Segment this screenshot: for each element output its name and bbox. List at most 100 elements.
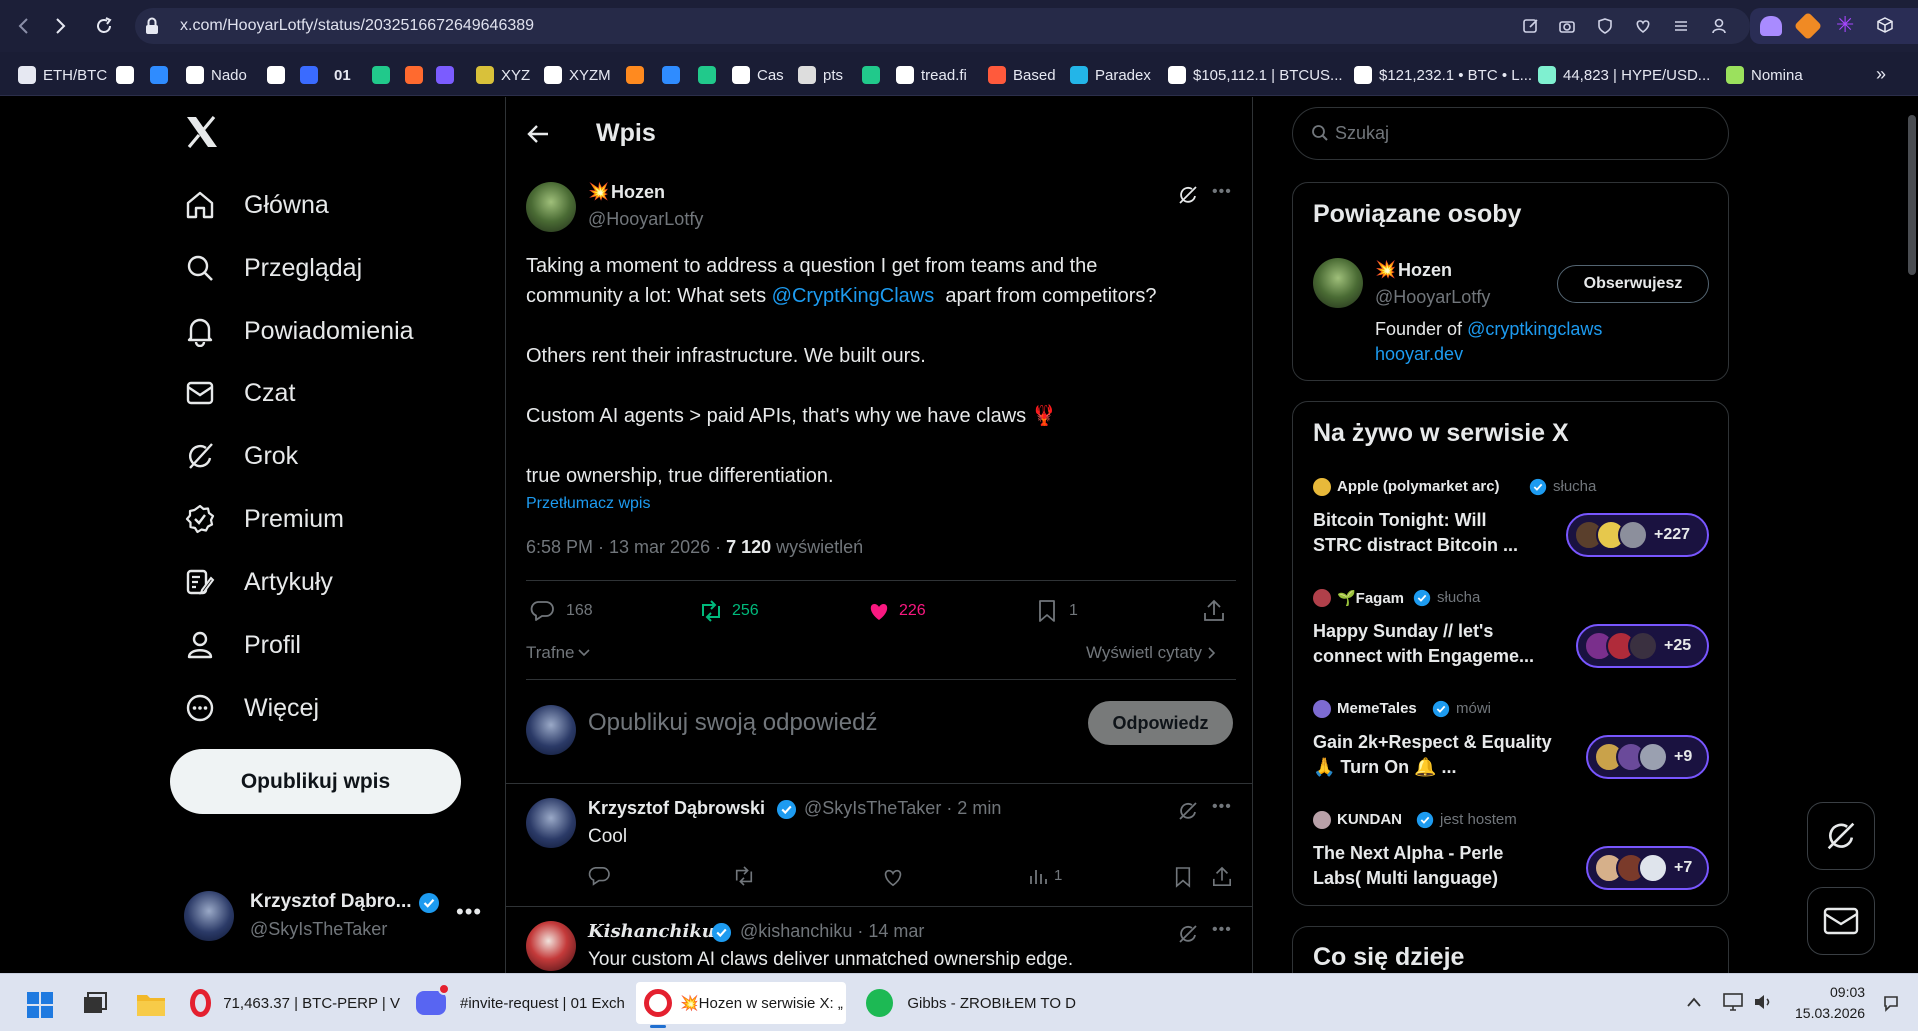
live-space-item[interactable]: KUNDAN jest hostem The Next Alpha - Perl…	[1293, 785, 1728, 890]
reload-icon[interactable]	[94, 16, 114, 36]
reply-item[interactable]: 𝑲𝒊𝒔𝒉𝒂𝒏𝒄𝒉𝒊𝒌𝒖 @kishanchiku · 14 mar ••• Yo…	[506, 907, 1252, 973]
messages-float-button[interactable]	[1807, 887, 1875, 955]
taskbar-item-opera-1[interactable]: 71,463.37 | BTC-PERP | V	[190, 982, 400, 1024]
bookmark-item[interactable]: ETH/BTC	[18, 64, 107, 86]
bookmark-item[interactable]: $105,112.1 | BTCUS...	[1168, 64, 1343, 86]
scrollbar[interactable]	[1906, 97, 1918, 973]
share-icon[interactable]	[1203, 599, 1225, 623]
views-icon[interactable]	[1028, 866, 1048, 886]
reply-submit-button[interactable]: Odpowiedz	[1088, 701, 1233, 745]
taskbar-item-opera-2[interactable]: 💥Hozen w serwisie X: „	[636, 982, 846, 1024]
scrollbar-thumb[interactable]	[1908, 115, 1916, 275]
forward-icon[interactable]	[50, 16, 70, 36]
post-author-avatar[interactable]	[526, 182, 576, 232]
bookmark-item[interactable]	[267, 64, 292, 86]
bookmark-item[interactable]	[150, 64, 175, 86]
nav-profile[interactable]: Profil	[180, 620, 301, 670]
bookmark-item[interactable]: pts	[798, 64, 843, 86]
repost-icon[interactable]	[732, 866, 756, 886]
mention-link[interactable]: @CryptKingClaws	[772, 285, 935, 307]
bookmark-item[interactable]: Paradex	[1070, 64, 1151, 86]
grok-icon[interactable]	[1177, 184, 1199, 206]
bookmark-item[interactable]: tread.fi	[896, 64, 967, 86]
bookmark-item[interactable]	[372, 64, 397, 86]
heart-icon[interactable]	[1634, 17, 1652, 35]
file-explorer-icon[interactable]	[136, 991, 166, 1017]
bookmark-item[interactable]	[698, 64, 723, 86]
task-view-icon[interactable]	[82, 992, 108, 1016]
nav-grok[interactable]: Grok	[180, 431, 298, 481]
volume-icon[interactable]	[1752, 992, 1774, 1012]
grok-icon[interactable]	[1177, 923, 1199, 945]
network-icon[interactable]	[1722, 992, 1744, 1012]
bookmark-item[interactable]: Nado	[186, 64, 247, 86]
more-options-icon[interactable]: •••	[456, 899, 482, 925]
bookmark-item[interactable]	[626, 64, 651, 86]
notifications-icon[interactable]	[1882, 994, 1900, 1012]
extension-cube-icon[interactable]	[1876, 16, 1894, 34]
nav-notifications[interactable]: Powiadomienia	[180, 306, 414, 356]
clock-date[interactable]: 15.03.2026	[1795, 1005, 1865, 1021]
post-button[interactable]: Opublikuj wpis	[170, 749, 461, 814]
sort-dropdown[interactable]: Trafne	[526, 643, 590, 663]
related-name[interactable]: Hozen	[1398, 260, 1452, 281]
bookmark-action[interactable]: 1	[1037, 599, 1078, 623]
bookmark-item[interactable]	[862, 64, 887, 86]
x-logo-icon[interactable]	[185, 116, 219, 148]
reply-author-name[interactable]: Krzysztof Dąbrowski	[588, 798, 765, 819]
bookmark-item[interactable]	[116, 64, 141, 86]
bookmark-item[interactable]	[436, 64, 461, 86]
bookmark-item[interactable]: Based	[988, 64, 1056, 86]
repost-action[interactable]: 256	[698, 600, 759, 622]
translate-link[interactable]: Przetłumacz wpis	[526, 495, 650, 513]
heart-icon[interactable]	[882, 867, 904, 887]
bookmark-item[interactable]: Cas	[732, 64, 784, 86]
clock-time[interactable]: 09:03	[1830, 984, 1865, 1000]
related-avatar[interactable]	[1313, 258, 1363, 308]
bookmark-item[interactable]	[300, 64, 325, 86]
live-space-item[interactable]: MemeTales mówi Gain 2k+Respect & Equalit…	[1293, 674, 1728, 779]
reply-author-name[interactable]: 𝑲𝒊𝒔𝒉𝒂𝒏𝒄𝒉𝒊𝒌𝒖	[588, 921, 715, 942]
nav-more[interactable]: Więcej	[180, 683, 319, 733]
search-box[interactable]: Szukaj	[1292, 107, 1729, 160]
edit-icon[interactable]	[1522, 17, 1540, 35]
bookmark-item[interactable]	[662, 64, 687, 86]
reply-input[interactable]: Opublikuj swoją odpowiedź	[588, 709, 878, 737]
nav-explore[interactable]: Przeglądaj	[180, 243, 362, 293]
shield-icon[interactable]	[1596, 17, 1614, 35]
bookmark-item[interactable]: 01	[334, 64, 351, 86]
chevron-right-icon[interactable]: »	[1876, 64, 1886, 85]
bookmark-item[interactable]	[405, 64, 430, 86]
nav-premium[interactable]: Premium	[180, 494, 344, 544]
bio-mention-link[interactable]: @cryptkingclaws	[1467, 319, 1602, 339]
share-icon[interactable]	[1212, 866, 1232, 888]
bio-website-link[interactable]: hooyar.dev	[1375, 344, 1463, 364]
reply-action[interactable]: 168	[530, 600, 593, 622]
nav-home[interactable]: Główna	[180, 180, 329, 230]
like-action[interactable]: 226	[867, 600, 926, 622]
account-icon[interactable]	[1710, 17, 1728, 35]
live-space-item[interactable]: 🌱Fagam słucha Happy Sunday // let's conn…	[1293, 563, 1728, 668]
bookmark-item[interactable]: Nomina	[1726, 64, 1803, 86]
post-author-name[interactable]: Hozen	[611, 182, 665, 203]
extension-star-icon[interactable]: ✳	[1836, 12, 1854, 38]
chevron-up-icon[interactable]	[1686, 996, 1702, 1008]
taskbar-item-spotify[interactable]: Gibbs - ZROBIŁEM TO D	[866, 982, 1076, 1024]
reply-more-icon[interactable]: •••	[1212, 921, 1232, 939]
post-author-handle[interactable]: @HooyarLotfy	[588, 209, 703, 230]
view-quotes-link[interactable]: Wyświetl cytaty	[1086, 643, 1216, 663]
nav-articles[interactable]: Artykuły	[180, 557, 333, 607]
back-icon[interactable]	[14, 16, 34, 36]
camera-icon[interactable]	[1558, 17, 1576, 35]
back-arrow-icon[interactable]	[526, 123, 550, 145]
bookmark-item[interactable]: 44,823 | HYPE/USD...	[1538, 64, 1710, 86]
bookmark-item[interactable]: XYZM	[544, 64, 611, 86]
bookmark-item[interactable]: XYZ	[476, 64, 530, 86]
menu-icon[interactable]	[1672, 17, 1690, 35]
extension-ghost-icon[interactable]	[1760, 16, 1782, 36]
account-switcher[interactable]: Krzysztof Dąbro... @SkyIsTheTaker •••	[180, 885, 482, 945]
bookmark-icon[interactable]	[1174, 866, 1192, 888]
grok-icon[interactable]	[1177, 800, 1199, 822]
reply-icon[interactable]	[588, 866, 610, 886]
bookmark-item[interactable]: $121,232.1 • BTC • L...	[1354, 64, 1532, 86]
